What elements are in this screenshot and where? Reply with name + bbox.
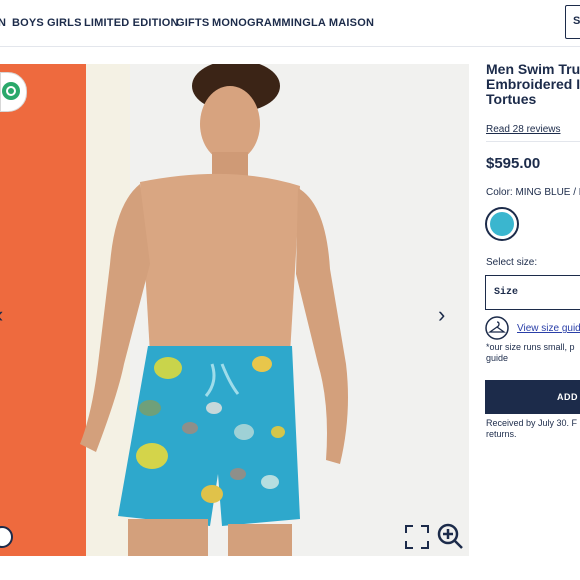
search-label: S bbox=[573, 15, 580, 27]
add-to-bag-button[interactable]: ADD T bbox=[485, 380, 580, 414]
product-image-gallery[interactable]: ‹ › bbox=[0, 64, 469, 556]
search-input[interactable]: S bbox=[565, 5, 580, 39]
hanger-icon bbox=[485, 316, 509, 340]
product-photo-model bbox=[80, 64, 348, 556]
chevron-right-icon[interactable]: › bbox=[438, 302, 445, 328]
fullscreen-icon[interactable] bbox=[404, 524, 430, 550]
product-info-panel: Men Swim Tru Embroidered I Tortues bbox=[486, 62, 580, 107]
nav-item-girls[interactable]: GIRLS bbox=[47, 17, 82, 29]
read-reviews-link[interactable]: Read 28 reviews bbox=[486, 124, 560, 135]
size-label: Select size: bbox=[486, 257, 538, 268]
nav-item-gifts[interactable]: GIFTS bbox=[176, 17, 209, 29]
nav-item-la-maison[interactable]: LA MAISON bbox=[311, 17, 374, 29]
swatch-fill bbox=[490, 212, 514, 236]
nav-item-boys[interactable]: BOYS bbox=[12, 17, 44, 29]
product-title: Men Swim Tru Embroidered I Tortues bbox=[486, 61, 580, 107]
chevron-left-icon[interactable]: ‹ bbox=[0, 302, 3, 328]
size-select-value: Size bbox=[494, 287, 519, 298]
nav-item-monogramming[interactable]: MONOGRAMMING bbox=[212, 17, 311, 29]
brand-logo-badge bbox=[0, 72, 27, 112]
divider bbox=[486, 141, 580, 142]
add-to-bag-label: ADD T bbox=[557, 392, 580, 402]
color-swatch[interactable] bbox=[485, 207, 519, 241]
top-nav: N BOYS GIRLS LIMITED EDITION GIFTS MONOG… bbox=[0, 0, 580, 47]
delivery-info: Received by July 30. F returns. bbox=[486, 418, 578, 439]
size-select[interactable]: Size bbox=[485, 275, 580, 310]
nav-item-partial[interactable]: N bbox=[0, 17, 6, 29]
zoom-in-icon[interactable] bbox=[436, 522, 464, 550]
color-label: Color: MING BLUE / B bbox=[486, 187, 580, 198]
chat-icon[interactable] bbox=[0, 523, 14, 551]
size-note: *our size runs small, p guide bbox=[486, 342, 575, 363]
size-guide-link[interactable]: View size guid bbox=[517, 323, 580, 334]
nav-item-limited-edition[interactable]: LIMITED EDITION bbox=[84, 17, 179, 29]
product-price: $595.00 bbox=[486, 155, 541, 172]
